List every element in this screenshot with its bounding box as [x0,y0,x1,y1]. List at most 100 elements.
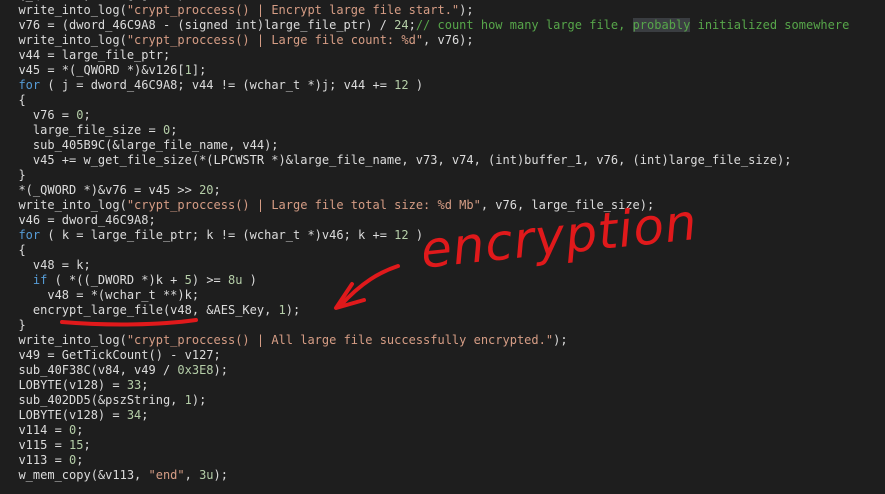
code-token: ; [141,408,149,422]
code-token: write_into_log( [4,333,127,347]
code-token: encrypt_large_file(v48, &AES_Key, [4,303,279,317]
code-token: "crypt_proccess() | All large file succe… [126,333,554,347]
code-token: v45 += w_get_file_size(*(LPCWSTR *)&larg… [4,153,792,167]
code-token: ); [191,393,207,407]
code-token: ]; [191,63,207,77]
code-line[interactable]: v76 = 0; [0,108,885,123]
code-token: 24 [394,18,409,32]
code-token: v45 = *(_QWORD *)&v126[ [4,63,185,77]
code-token: v46 = dword_46C9A8; [4,213,156,227]
code-token: v48 = *(wchar_t **)k; [4,288,200,302]
code-token: 5 [184,273,192,287]
code-token: ); [285,303,301,317]
code-token: 15 [69,438,84,452]
code-token: v115 = [4,438,70,452]
code-token: ) [408,228,424,242]
code-line[interactable]: v115 = 15; [0,438,885,453]
code-line[interactable]: encrypt_large_file(v48, &AES_Key, 1); [0,303,885,318]
code-token: ; [76,453,84,467]
code-token: 0x3E8 [177,363,214,377]
code-token: 12 [394,228,409,242]
code-editor[interactable]: (_QWORD *)&v128[1] = 0; write_into_log("… [0,0,885,483]
code-token: 12 [394,78,409,92]
code-token: "end" [148,468,185,482]
code-token: write_into_log( [4,3,127,17]
code-line[interactable]: v44 = large_file_ptr; [0,48,885,63]
code-line[interactable]: for ( k = large_file_ptr; k != (wchar_t … [0,228,885,243]
code-line[interactable]: v45 += w_get_file_size(*(LPCWSTR *)&larg… [0,153,885,168]
code-token: ; [213,183,221,197]
code-token: for [18,78,41,92]
code-line[interactable]: } [0,318,885,333]
code-line[interactable]: v113 = 0; [0,453,885,468]
code-token: sub_402DD5(&pszString, [4,393,185,407]
code-line[interactable]: LOBYTE(v128) = 34; [0,408,885,423]
code-token: v48 = k; [4,258,91,272]
code-token: 34 [126,408,142,422]
code-line[interactable]: sub_402DD5(&pszString, 1); [0,393,885,408]
code-token: ; [83,108,91,122]
code-token: // count how many large file, [415,18,633,32]
code-line[interactable]: v48 = k; [0,258,885,273]
code-token: v114 = [4,423,70,437]
code-token: large_file_size = [4,123,163,137]
code-token: sub_40F38C(v84, v49 / [4,363,178,377]
code-token: ; [141,378,149,392]
code-line[interactable]: write_into_log("crypt_proccess() | All l… [0,333,885,348]
code-line[interactable]: v76 = (dword_46C9A8 - (signed int)large_… [0,18,885,33]
code-token: ; [76,423,84,437]
code-token: ( j = dword_46C9A8; v44 != (wchar_t *)j;… [40,78,395,92]
code-token: 1 [278,303,286,317]
code-token: 8u [228,273,243,287]
code-token: sub_405B9C(&large_file_name, v44); [4,138,279,152]
code-token: if [32,273,48,287]
code-token: (_QWORD *)&v128[1] = 0; [4,0,184,2]
code-token: ) [242,273,257,287]
code-line[interactable]: write_into_log("crypt_proccess() | Large… [0,33,885,48]
code-token: { [4,93,26,107]
code-line[interactable]: for ( j = dword_46C9A8; v44 != (wchar_t … [0,78,885,93]
code-token: ; [83,438,91,452]
code-token: { [4,243,26,257]
code-token: , [184,468,200,482]
code-token: v76 = [4,108,77,122]
code-token: ) >= [191,273,228,287]
code-line[interactable]: if ( *((_DWORD *)k + 5) >= 8u ) [0,273,885,288]
code-token: write_into_log( [4,33,127,47]
code-token: , v76); [423,33,474,47]
code-token: v44 = large_file_ptr; [4,48,171,62]
code-line[interactable]: v46 = dword_46C9A8; [0,213,885,228]
code-line[interactable]: } [0,168,885,183]
code-line[interactable]: write_into_log("crypt_proccess() | Large… [0,198,885,213]
code-token: ; [170,123,178,137]
code-line[interactable]: sub_40F38C(v84, v49 / 0x3E8); [0,363,885,378]
code-token: "crypt_proccess() | Large file total siz… [126,198,481,212]
code-token: v49 = GetTickCount() - v127; [4,348,221,362]
code-token: LOBYTE(v128) = [4,378,127,392]
code-line[interactable]: write_into_log("crypt_proccess() | Encry… [0,3,885,18]
code-token: } [4,318,26,332]
code-line[interactable]: sub_405B9C(&large_file_name, v44); [0,138,885,153]
code-line[interactable]: LOBYTE(v128) = 33; [0,378,885,393]
code-line[interactable]: large_file_size = 0; [0,123,885,138]
code-token: for [18,228,41,242]
code-line[interactable]: w_mem_copy(&v113, "end", 3u); [0,468,885,483]
code-token: ( *((_DWORD *)k + [47,273,185,287]
code-line[interactable]: { [0,93,885,108]
code-token: w_mem_copy(&v113, [4,468,149,482]
code-token: LOBYTE(v128) = [4,408,127,422]
code-line[interactable]: v45 = *(_QWORD *)&v126[1]; [0,63,885,78]
code-line[interactable]: { [0,243,885,258]
code-token: ); [553,333,568,347]
code-line[interactable]: v48 = *(wchar_t **)k; [0,288,885,303]
code-token: probably [632,18,691,32]
code-line[interactable]: *(_QWORD *)&v76 = v45 >> 20; [0,183,885,198]
code-token: v76 = (dword_46C9A8 - (signed int)large_… [4,18,395,32]
code-line[interactable]: v114 = 0; [0,423,885,438]
code-line[interactable]: v49 = GetTickCount() - v127; [0,348,885,363]
code-token: write_into_log( [4,198,127,212]
code-token: ); [213,363,228,377]
